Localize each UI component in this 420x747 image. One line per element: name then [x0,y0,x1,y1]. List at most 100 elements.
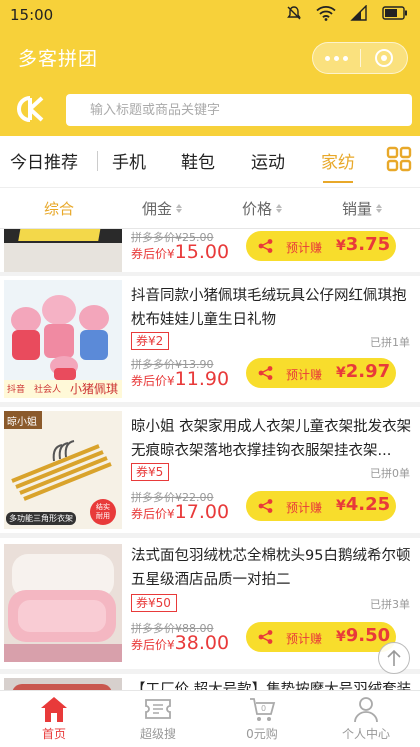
mute-icon [287,6,301,20]
cart-icon: 0 [250,698,276,721]
thumb-caption: 小猪佩琪 [69,382,118,396]
title-bar: 多客拼团 [0,30,420,84]
product-image: 抖音 社会人 小猪佩琪 [4,280,122,398]
tab-phones[interactable]: 手机 [112,148,146,173]
product-card[interactable]: 法式面包羽绒枕芯全棉枕头95白鹅绒希尔顿五星级酒店品质一对拍二 券¥50 已拼3… [0,538,420,669]
after-coupon-price: 券后价¥15.00 [131,241,229,263]
product-image [4,544,122,662]
share-icon [258,366,273,380]
sort-arrows-icon [176,204,183,213]
bottom-nav: 首页 超级搜 0 0元购 个人中心 [0,690,420,747]
product-image: 晾小姐 多功能三角形衣架 结实 耐用 [4,411,122,529]
product-list: 拼多多价¥25.00 券后价¥15.00 预计赚 ¥3.75 抖音 社会人 小猪… [0,229,420,690]
earn-amount: ¥9.50 [336,625,390,646]
earn-button[interactable]: 预计赚 ¥3.75 [246,231,396,261]
close-circle-icon [374,49,393,67]
svg-text:0: 0 [261,704,266,713]
earn-button[interactable]: 预计赚 ¥9.50 [246,622,396,652]
ticket-icon [145,699,171,719]
earn-currency: ¥ [336,238,346,254]
nav-label: 个人中心 [341,727,390,741]
earn-currency: ¥ [336,498,346,514]
product-card[interactable]: 【工厂价 超大号款】集势按摩大号羽绒套装 [0,674,420,690]
nav-zero-yuan-buy[interactable]: 0 0元购 [222,695,302,742]
thumb-badge: 结实 耐用 [90,499,116,525]
sold-count: 已拼1单 [370,336,410,349]
price-value: 17.00 [174,501,230,523]
product-title: 法式面包羽绒枕芯全棉枕头95白鹅绒希尔顿五星级酒店品质一对拍二 [131,548,411,588]
nav-profile[interactable]: 个人中心 [326,695,406,742]
price-value: 38.00 [174,632,230,654]
back-to-top-button[interactable] [378,642,410,674]
thumb-caption: 社会人 [34,385,62,395]
earn-button[interactable]: 预计赚 ¥4.25 [246,491,396,521]
more-button[interactable] [313,55,360,61]
after-coupon-price: 券后价¥38.00 [131,632,229,654]
after-coupon-label: 券后价¥ [131,638,175,652]
person-icon [354,697,378,723]
sold-count: 已拼0单 [370,467,410,480]
brand-logo-icon [17,96,44,122]
tab-sports[interactable]: 运动 [251,148,285,173]
after-coupon-price: 券后价¥17.00 [131,501,229,523]
thumb-caption: 多功能三角形衣架 [6,512,76,525]
nav-label: 超级搜 [139,727,176,741]
signal-icon [350,5,367,21]
product-card[interactable]: 晾小姐 多功能三角形衣架 结实 耐用 晾小姐 衣架家用成人衣架儿童衣架批发衣架无痕… [0,407,420,533]
sort-arrows-icon [276,204,283,213]
product-title: 【工厂价 超大号款】集势按摩大号羽绒套装 [131,682,412,690]
status-icons [286,5,408,21]
share-icon [258,630,273,644]
nav-home[interactable]: 首页 [14,695,94,742]
app-screen: 15:00 多客拼团 今日推荐 手机 [0,0,420,747]
category-tabs: 今日推荐 手机 鞋包 运动 家纺 [0,136,420,187]
sort-arrows-icon [376,204,383,213]
sort-label: 价格 [242,200,273,218]
product-card[interactable]: 拼多多价¥25.00 券后价¥15.00 预计赚 ¥3.75 [0,229,420,272]
wifi-icon [316,6,336,21]
tab-home-textiles[interactable]: 家纺 [321,148,355,183]
category-grid-icon[interactable] [386,146,412,172]
after-coupon-label: 券后价¥ [131,374,175,388]
arrow-up-icon [387,649,401,666]
battery-icon [382,6,407,20]
close-button[interactable] [361,48,407,68]
product-card[interactable]: 抖音 社会人 小猪佩琪 抖音同款小猪佩琪毛绒玩具公仔网红佩琪抱枕布娃娃儿童生日礼… [0,276,420,402]
thumb-caption: 晾小姐 [7,417,37,428]
price-value: 11.90 [174,368,230,390]
after-coupon-price: 券后价¥11.90 [131,368,229,390]
coupon-badge: 券¥5 [131,463,170,481]
status-bar: 15:00 [0,0,420,30]
sort-price[interactable]: 价格 [242,198,283,219]
sort-comprehensive[interactable]: 综合 [44,198,74,219]
sort-sales[interactable]: 销量 [342,198,383,219]
earn-amount: ¥4.25 [336,494,390,515]
app-title: 多客拼团 [18,48,99,70]
nav-super-search[interactable]: 超级搜 [118,695,198,742]
earn-button[interactable]: 预计赚 ¥2.97 [246,358,396,388]
earn-currency: ¥ [336,365,346,381]
product-title: 晾小姐 衣架家用成人衣架儿童衣架批发衣架无痕晾衣架落地衣撑挂钩衣服架挂衣架... [131,419,412,459]
product-image [4,229,122,272]
miniprogram-capsule [312,42,408,74]
earn-label: 预计赚 [286,501,323,515]
earn-value: 2.97 [345,361,391,382]
home-icon [41,697,67,722]
nav-label: 首页 [41,727,66,741]
thumb-badge-text: 耐用 [96,512,110,520]
earn-amount: ¥3.75 [336,234,390,255]
share-icon [258,239,273,253]
coupon-badge: 券¥2 [131,332,170,350]
price-value: 15.00 [174,241,230,263]
product-title: 抖音同款小猪佩琪毛绒玩具公仔网红佩琪抱枕布娃娃儿童生日礼物 [131,288,407,328]
thumb-caption: 抖音 [7,385,26,395]
tab-today-recommend[interactable]: 今日推荐 [10,148,78,173]
search-input[interactable] [66,94,412,126]
after-coupon-label: 券后价¥ [131,247,175,261]
sort-label: 佣金 [142,200,173,218]
tab-shoes-bags[interactable]: 鞋包 [181,148,215,173]
pillow-image [4,544,122,662]
coupon-badge: 券¥50 [131,594,177,612]
sort-commission[interactable]: 佣金 [142,198,183,219]
earn-label: 预计赚 [286,632,323,646]
